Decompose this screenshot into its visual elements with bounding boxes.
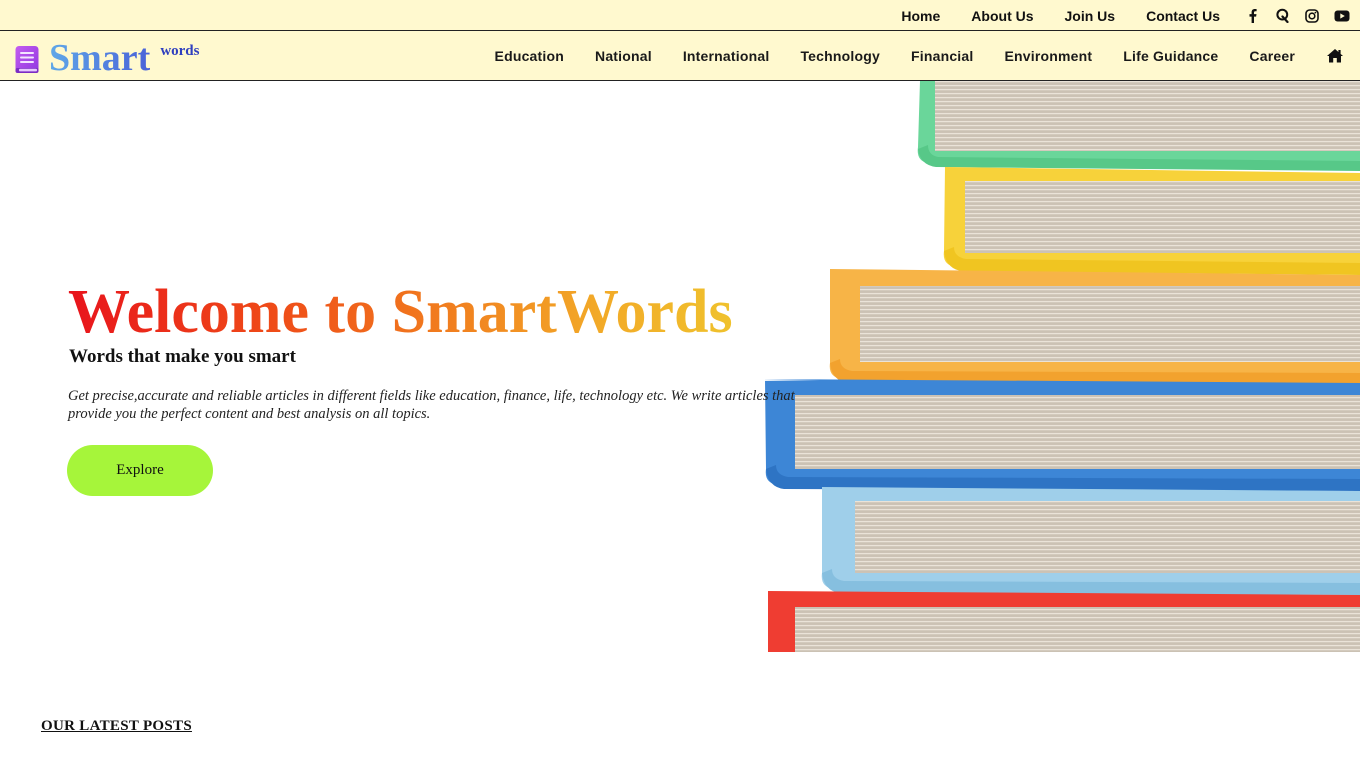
- nav-item-life-guidance[interactable]: Life Guidance: [1123, 48, 1218, 64]
- home-icon[interactable]: [1326, 48, 1344, 64]
- facebook-icon[interactable]: [1244, 8, 1260, 24]
- instagram-icon[interactable]: [1304, 8, 1320, 24]
- nav-item-environment[interactable]: Environment: [1004, 48, 1092, 64]
- hero-subtitle: Words that make you smart: [69, 346, 296, 367]
- nav-item-national[interactable]: National: [595, 48, 652, 64]
- main-navbar: Smart words Education National Internati…: [0, 31, 1360, 81]
- nav-item-international[interactable]: International: [683, 48, 770, 64]
- nav-item-financial[interactable]: Financial: [911, 48, 973, 64]
- nav-item-education[interactable]: Education: [495, 48, 564, 64]
- nav-item-technology[interactable]: Technology: [800, 48, 880, 64]
- hero-description: Get precise,accurate and reliable articl…: [68, 388, 795, 422]
- brand-logo[interactable]: Smart words: [14, 37, 199, 79]
- latest-posts-heading: OUR LATEST POSTS: [41, 718, 192, 734]
- category-nav: Education National International Technol…: [495, 31, 1360, 80]
- explore-button[interactable]: Explore: [67, 445, 213, 496]
- nav-item-career[interactable]: Career: [1249, 48, 1295, 64]
- hero-section: Welcome to SmartWords Words that make yo…: [0, 81, 1360, 652]
- book-icon: [14, 45, 40, 75]
- brand-name: Smart: [49, 37, 151, 79]
- brand-superscript: words: [160, 43, 200, 59]
- stack-of-books-image: [760, 81, 1360, 652]
- top-link-contact-us[interactable]: Contact Us: [1146, 8, 1220, 24]
- hero-title: Welcome to SmartWords: [68, 278, 733, 346]
- top-link-home[interactable]: Home: [901, 8, 940, 24]
- top-links: Home About Us Join Us Contact Us: [901, 0, 1360, 31]
- quora-icon[interactable]: [1274, 8, 1290, 24]
- youtube-icon[interactable]: [1334, 8, 1350, 24]
- top-utility-bar: Home About Us Join Us Contact Us: [0, 0, 1360, 31]
- top-link-about-us[interactable]: About Us: [971, 8, 1033, 24]
- top-link-join-us[interactable]: Join Us: [1065, 8, 1116, 24]
- social-links: [1244, 8, 1350, 24]
